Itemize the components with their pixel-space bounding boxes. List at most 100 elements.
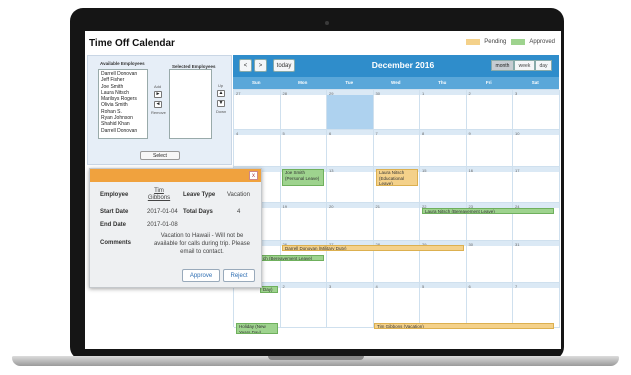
calendar-day-cell[interactable]: 30 <box>466 241 513 283</box>
today-button[interactable]: today <box>273 59 295 72</box>
day-number: 31 <box>515 242 520 247</box>
calendar-day-cell[interactable]: 4 <box>373 283 420 328</box>
weekday-header: Thu <box>438 80 447 85</box>
popup-header: x <box>90 169 261 182</box>
day-cell-header <box>466 130 512 135</box>
move-up-icon[interactable]: ▲ <box>217 90 225 97</box>
employee-selector-panel: Available Employees Selected Employees D… <box>87 55 232 165</box>
leave-event-approved[interactable]: Laura Nitsch (Bereavement Leave) <box>422 208 554 214</box>
leave-event-pending[interactable]: Darrell Donovan (Military Duty) <box>282 245 464 251</box>
add-arrow-icon[interactable]: ► <box>154 91 162 98</box>
calendar-day-cell[interactable]: 4 <box>234 130 281 167</box>
day-cell-header <box>420 283 466 288</box>
leave-event-approved[interactable]: Joe Smith (Personal Leave) <box>282 169 324 186</box>
reject-button[interactable]: Reject <box>223 269 255 282</box>
calendar-day-cell[interactable]: 30 <box>373 90 420 130</box>
day-number: 9 <box>468 131 471 136</box>
weekday-header: Sun <box>252 80 261 85</box>
day-cell-header <box>373 283 419 288</box>
page-title: Time Off Calendar <box>89 38 175 49</box>
available-employees-list[interactable]: Darrell Donovan Jeff Fisher Joe Smith La… <box>98 69 148 139</box>
calendar-day-cell[interactable]: 3 <box>327 283 374 328</box>
view-week-button[interactable]: week <box>514 60 535 71</box>
day-cell-header <box>280 130 326 135</box>
leave-event-pending[interactable]: Laura Nitsch (Educational Leave) <box>376 169 418 186</box>
month-grid: 2728293012345678910111213141516171819202… <box>233 89 560 334</box>
day-number: 10 <box>515 131 520 136</box>
available-employees-label: Available Employees <box>100 61 145 66</box>
day-cell-header <box>327 283 373 288</box>
select-button[interactable]: Select <box>140 151 180 160</box>
day-cell-header <box>280 283 326 288</box>
calendar-day-cell[interactable]: 6 <box>327 130 374 167</box>
calendar-day-cell[interactable]: 13 <box>327 167 374 203</box>
pending-swatch <box>466 39 481 45</box>
move-down-icon[interactable]: ▼ <box>217 100 225 107</box>
prev-month-button[interactable]: < <box>239 59 252 72</box>
leave-event-approved[interactable]: Holiday (New Years Day) <box>236 323 278 334</box>
calendar-day-cell[interactable]: 2 <box>466 90 513 130</box>
status-legend: Pending Approved <box>466 39 555 45</box>
calendar-day-cell[interactable]: 17 <box>513 167 560 203</box>
calendar-day-cell[interactable]: 2 <box>280 283 327 328</box>
pending-legend-label: Pending <box>484 39 507 45</box>
leave-event-approved[interactable]: Day) <box>260 286 278 293</box>
day-number: 7 <box>515 284 518 289</box>
weekday-header: Mon <box>298 80 308 85</box>
day-cell-header <box>513 167 559 172</box>
calendar-day-cell[interactable]: 27 <box>234 90 281 130</box>
selected-employees-list[interactable] <box>169 69 212 139</box>
calendar-day-cell[interactable]: 3 <box>513 90 560 130</box>
day-number: 6 <box>468 284 471 289</box>
start-date-label: Start Date <box>100 209 129 215</box>
view-month-button[interactable]: month <box>491 60 514 71</box>
day-cell-header <box>420 130 466 135</box>
calendar-day-cell[interactable]: 28 <box>280 90 327 130</box>
leave-event-approved[interactable]: ch (Bereavement Leave) <box>260 255 324 261</box>
day-number: 8 <box>422 131 425 136</box>
day-cell-header <box>513 130 559 135</box>
day-number: 5 <box>422 284 425 289</box>
calendar-day-cell[interactable]: 20 <box>327 203 374 241</box>
close-icon[interactable]: x <box>249 171 258 180</box>
calendar-day-cell[interactable]: 5 <box>420 283 467 328</box>
day-cell-header <box>513 241 559 246</box>
calendar-day-cell[interactable]: 21 <box>373 203 420 241</box>
app-screen: Time Off Calendar Pending Approved Avail… <box>85 31 561 349</box>
calendar-day-cell[interactable]: 10 <box>513 130 560 167</box>
approved-legend-label: Approved <box>529 39 555 45</box>
day-number: 20 <box>329 204 334 209</box>
calendar-day-cell[interactable]: 8 <box>420 130 467 167</box>
remove-arrow-icon[interactable]: ◄ <box>154 101 162 108</box>
weekday-header: Tue <box>345 80 354 85</box>
calendar-day-cell[interactable]: 5 <box>280 130 327 167</box>
calendar-day-cell[interactable]: 29 <box>327 90 374 130</box>
comments-label: Comments <box>100 240 132 246</box>
calendar-day-cell[interactable]: 6 <box>466 283 513 328</box>
calendar-day-cell[interactable]: 19 <box>280 203 327 241</box>
day-number: 4 <box>375 284 378 289</box>
add-label: Add <box>154 84 162 89</box>
day-number: 2 <box>468 91 471 96</box>
approve-button[interactable]: Approve <box>182 269 220 282</box>
end-date-value: 2017-01-08 <box>147 222 178 228</box>
next-month-button[interactable]: > <box>254 59 267 72</box>
view-day-button[interactable]: day <box>535 60 552 71</box>
list-item[interactable]: Darrell Donovan <box>101 128 145 134</box>
day-number: 15 <box>422 168 427 173</box>
calendar-day-cell[interactable]: 7 <box>513 283 560 328</box>
calendar-day-cell[interactable]: 7 <box>373 130 420 167</box>
employee-value-link[interactable]: Tim Gibbons <box>146 188 172 202</box>
calendar-day-cell[interactable]: 9 <box>466 130 513 167</box>
approved-swatch <box>511 39 526 45</box>
day-number: 2 <box>282 284 285 289</box>
calendar-day-cell[interactable]: 16 <box>466 167 513 203</box>
day-cell-header <box>234 130 280 135</box>
day-cell-header <box>234 90 280 95</box>
calendar-day-cell[interactable]: 15 <box>420 167 467 203</box>
calendar-day-cell[interactable]: 1 <box>420 90 467 130</box>
down-label: Down <box>216 109 227 114</box>
calendar-day-cell[interactable]: 31 <box>513 241 560 283</box>
day-number: 16 <box>468 168 473 173</box>
leave-event-pending[interactable]: Tim Gibbons (Vacation) <box>374 323 554 329</box>
